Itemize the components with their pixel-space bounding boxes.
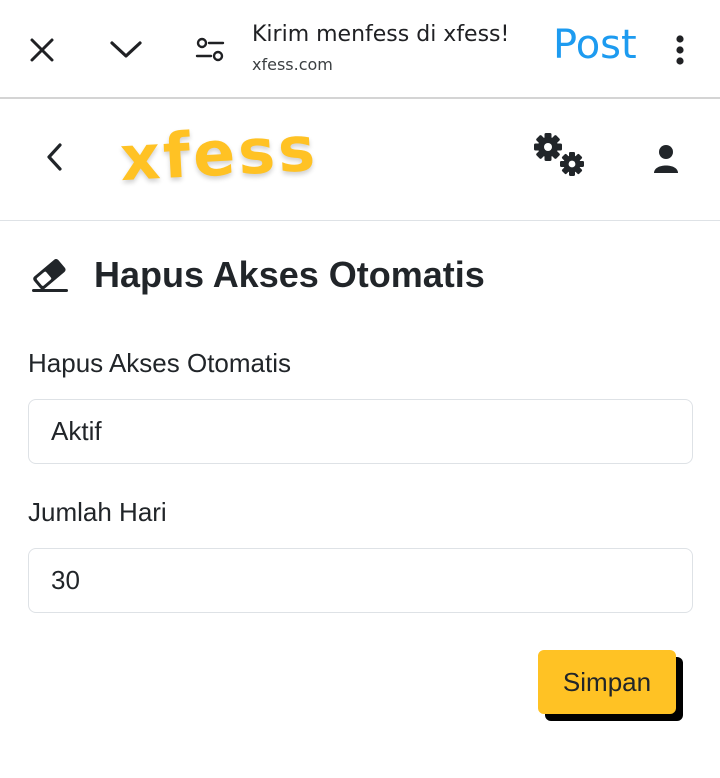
days-input[interactable]: 30	[28, 548, 693, 613]
page-title-text: Kirim menfess di xfess!	[252, 22, 510, 47]
site-navbar: xfess	[0, 99, 720, 221]
user-icon[interactable]	[648, 141, 684, 177]
page-info[interactable]: Kirim menfess di xfess! xfess.com	[252, 22, 542, 74]
post-button[interactable]: Post	[553, 22, 637, 68]
days-label: Jumlah Hari	[28, 497, 167, 527]
page-url: xfess.com	[252, 55, 333, 74]
more-vert-icon[interactable]	[664, 30, 696, 70]
auto-delete-label: Hapus Akses Otomatis	[28, 348, 291, 378]
auto-delete-value: Aktif	[51, 416, 102, 446]
days-value: 30	[51, 565, 80, 595]
save-button[interactable]: Simpan	[538, 650, 676, 714]
chevron-left-icon[interactable]	[38, 139, 72, 175]
tune-icon[interactable]	[190, 30, 230, 70]
page-heading: Hapus Akses Otomatis	[30, 254, 485, 296]
page-heading-title: Hapus Akses Otomatis	[94, 254, 485, 295]
close-icon[interactable]	[22, 30, 62, 70]
auto-delete-select[interactable]: Aktif	[28, 399, 693, 464]
browser-toolbar: Kirim menfess di xfess! xfess.com Post	[0, 0, 720, 99]
gears-icon[interactable]	[528, 129, 592, 181]
chevron-down-icon[interactable]	[106, 30, 146, 70]
brand-logo[interactable]: xfess	[118, 112, 319, 195]
eraser-icon	[30, 257, 70, 293]
